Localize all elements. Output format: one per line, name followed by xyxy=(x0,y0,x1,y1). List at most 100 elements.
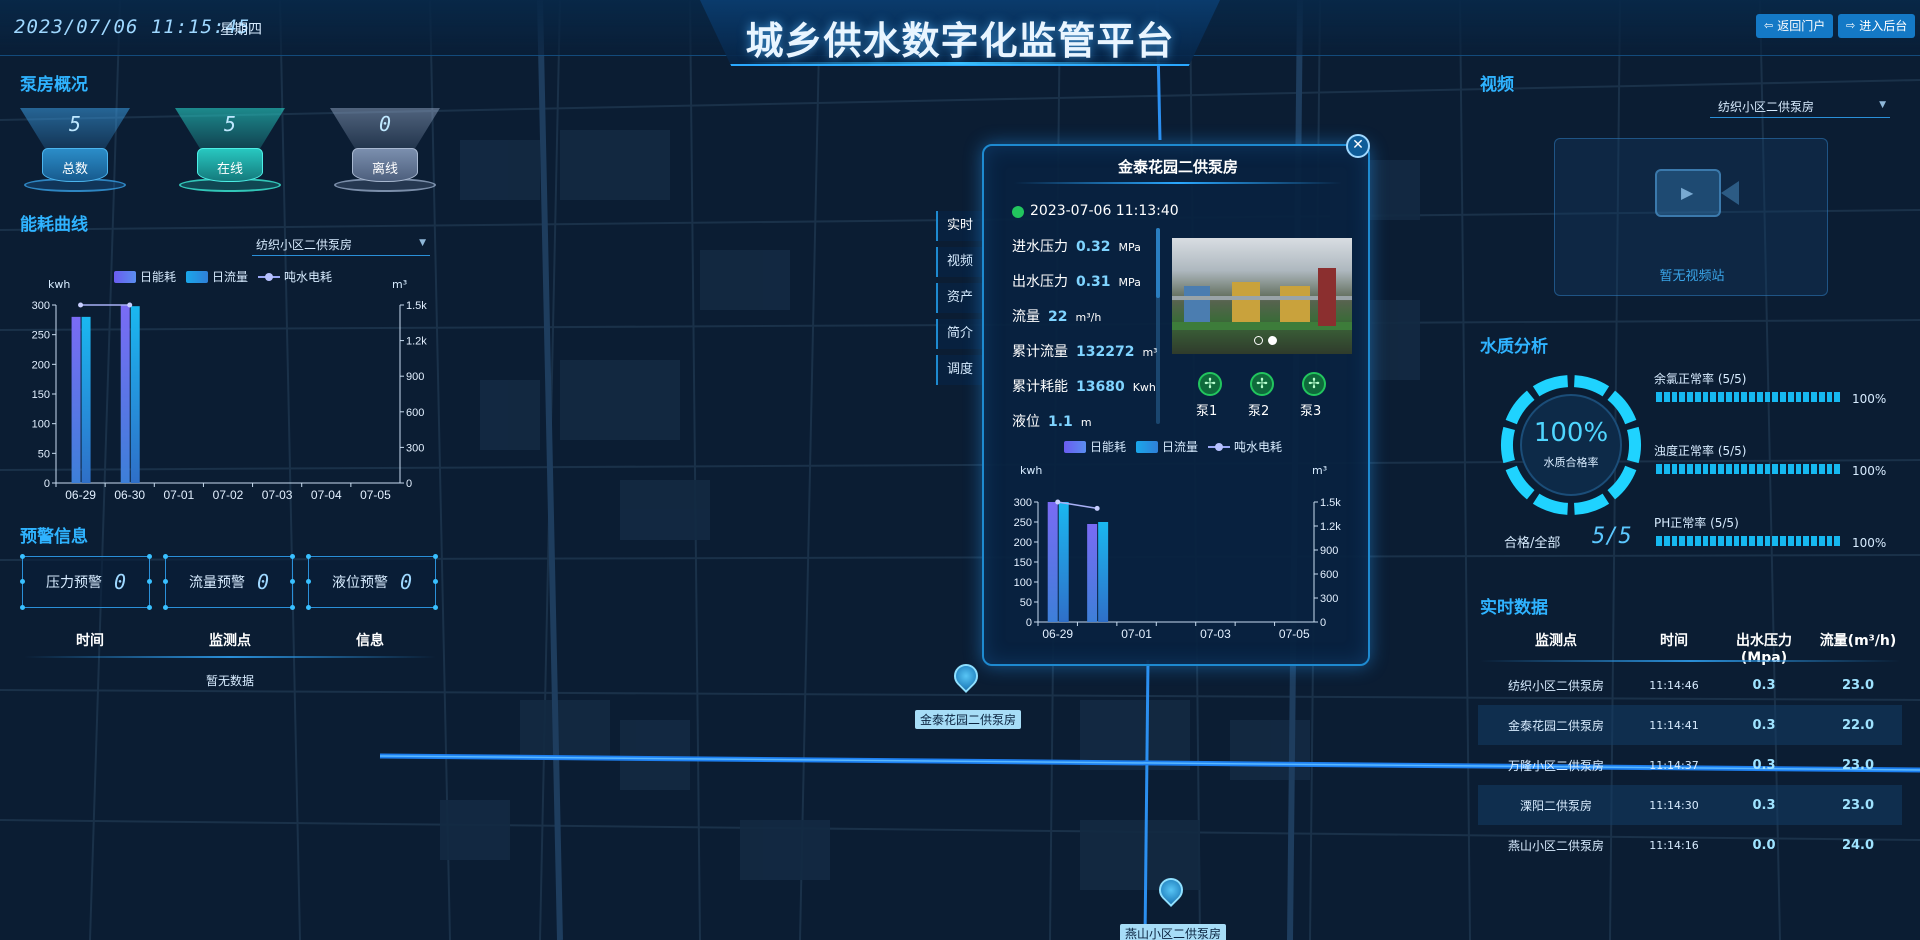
line-point[interactable] xyxy=(127,302,133,308)
legend-per-ton[interactable]: 吨水电耗 xyxy=(258,268,332,285)
realtime-table-divider xyxy=(1480,660,1900,662)
legend-daily-flow[interactable]: 日流量 xyxy=(186,268,248,285)
popup-title-divider xyxy=(1014,182,1342,184)
photo-carousel-dots[interactable] xyxy=(1254,336,1277,345)
y2-tick-label: 300 xyxy=(1320,593,1338,605)
metric-label: 液位 xyxy=(1012,414,1040,430)
energy-legend: 日能耗 日流量 吨水电耗 xyxy=(114,268,332,285)
box-corner-dot xyxy=(163,605,168,610)
progress-segment xyxy=(1826,464,1833,474)
progress-segment xyxy=(1803,392,1809,402)
row-pressure: 0.3 xyxy=(1752,797,1776,813)
popup-legend-per-ton[interactable]: 吨水电耗 xyxy=(1208,438,1282,455)
bar-daily-energy[interactable] xyxy=(120,305,130,483)
table-row[interactable]: 纺织小区二供泵房 11:14:46 0.3 23.0 xyxy=(1478,665,1902,705)
warning-label: 流量预警 xyxy=(188,575,245,591)
bar-daily-energy[interactable] xyxy=(1047,502,1058,622)
popup-tab[interactable]: 资产 xyxy=(936,283,982,313)
progress-segment xyxy=(1756,392,1763,402)
warning-box[interactable]: 压力预警 0 xyxy=(20,554,152,610)
y-tick-label: 150 xyxy=(1014,557,1032,569)
y-tick-label: 200 xyxy=(32,359,50,371)
pump-label: 泵2 xyxy=(1248,404,1270,419)
popup-station-photo[interactable] xyxy=(1172,238,1352,354)
bar-daily-flow[interactable] xyxy=(1098,522,1109,622)
video-empty-text: 暂无视频站 xyxy=(1659,269,1725,284)
carousel-dot-2[interactable] xyxy=(1268,336,1277,345)
metric-value: 1.1 xyxy=(1048,414,1073,430)
popup-metric: 流量 22 m³/h xyxy=(1012,306,1101,326)
progress-segment xyxy=(1687,536,1693,546)
energy-left-unit: kwh xyxy=(48,278,71,291)
metric-unit: MPa xyxy=(1118,241,1141,254)
row-time: 11:14:16 xyxy=(1649,838,1699,852)
progress-segment xyxy=(1671,536,1678,546)
video-station-select[interactable]: 纺织小区二供泵房 ▼ xyxy=(1710,98,1890,118)
pump-fan-icon[interactable]: ✢ xyxy=(1250,372,1274,396)
y2-tick-label: 0 xyxy=(1320,617,1326,629)
warning-box[interactable]: 流量预警 0 xyxy=(163,554,295,610)
bar-daily-flow[interactable] xyxy=(81,316,91,483)
metric-label: 累计流量 xyxy=(1012,344,1068,360)
video-camera-icon: ▶ xyxy=(1655,169,1739,217)
popup-legend-daily-energy[interactable]: 日能耗 xyxy=(1064,438,1126,455)
warning-label: 液位预警 xyxy=(331,575,388,591)
legend-daily-energy[interactable]: 日能耗 xyxy=(114,268,176,285)
progress-segment xyxy=(1694,536,1701,546)
table-row[interactable]: 燕山小区二供泵房 11:14:16 0.0 24.0 xyxy=(1478,825,1902,865)
map-marker-label-jintai[interactable]: 金泰花园二供泵房 xyxy=(915,710,1022,729)
table-row[interactable]: 万隆小区二供泵房 11:14:37 0.3 23.0 xyxy=(1478,745,1902,785)
progress-segment xyxy=(1710,392,1716,402)
popup-tab[interactable]: 简介 xyxy=(936,319,982,349)
popup-status-dot xyxy=(1012,206,1024,218)
map-marker-yanshan[interactable] xyxy=(1154,873,1188,908)
back-portal-button[interactable]: ⇦ 返回门户 xyxy=(1756,14,1834,38)
popup-legend-daily-flow[interactable]: 日流量 xyxy=(1136,438,1198,455)
video-title: 视频 xyxy=(1480,75,1514,95)
progress-segment xyxy=(1780,536,1786,546)
quality-item-percent: 100% xyxy=(1852,536,1887,550)
row-time: 11:14:41 xyxy=(1649,718,1699,732)
warning-box[interactable]: 液位预警 0 xyxy=(306,554,438,610)
table-row[interactable]: 溧阳二供泵房 11:14:30 0.3 23.0 xyxy=(1478,785,1902,825)
y-tick-label: 0 xyxy=(44,478,50,490)
bar-daily-flow[interactable] xyxy=(130,306,140,483)
progress-segment xyxy=(1764,464,1771,474)
progress-segment xyxy=(1780,464,1786,474)
progress-segment xyxy=(1687,392,1693,402)
bar-daily-energy[interactable] xyxy=(1087,524,1098,622)
pump-fan-icon[interactable]: ✢ xyxy=(1198,372,1222,396)
quality-item-name: 余氯正常率 (5/5) xyxy=(1654,372,1747,386)
energy-station-select[interactable]: 纺织小区二供泵房 ▼ xyxy=(252,236,430,256)
y2-tick-label: 1.2k xyxy=(406,336,427,348)
line-point[interactable] xyxy=(1094,505,1100,511)
carousel-dot-1[interactable] xyxy=(1254,336,1263,345)
enter-admin-button[interactable]: ⇨ 进入后台 xyxy=(1838,14,1916,38)
popup-tab[interactable]: 视频 xyxy=(936,247,982,277)
map-marker-label-yanshan[interactable]: 燕山小区二供泵房 xyxy=(1120,924,1227,940)
line-point[interactable] xyxy=(78,302,84,308)
back-portal-label: 返回门户 xyxy=(1777,19,1826,33)
table-row[interactable]: 金泰花园二供泵房 11:14:41 0.3 22.0 xyxy=(1478,705,1902,745)
progress-segment xyxy=(1811,536,1817,546)
popup-tab[interactable]: 实时 xyxy=(936,211,982,241)
progress-segment xyxy=(1733,392,1740,402)
popup-metrics-scrollbar[interactable] xyxy=(1156,228,1160,424)
box-corner-dot xyxy=(163,579,168,584)
line-point[interactable] xyxy=(1055,499,1061,505)
pump-fan-icon[interactable]: ✢ xyxy=(1302,372,1326,396)
y2-tick-label: 1.2k xyxy=(1320,521,1341,533)
x-tick-label: 07-03 xyxy=(1200,627,1231,641)
popup-tab[interactable]: 调度 xyxy=(936,355,982,385)
popup-close-button[interactable]: ✕ xyxy=(1346,134,1370,158)
box-corner-dot xyxy=(306,554,311,559)
popup-right-unit: m³ xyxy=(1312,464,1328,477)
warnings-col-point: 监测点 xyxy=(209,633,251,649)
progress-segment xyxy=(1733,536,1740,546)
map-marker-jintai[interactable] xyxy=(949,659,983,694)
x-tick-label: 06-30 xyxy=(114,488,145,502)
bar-daily-flow[interactable] xyxy=(1058,502,1069,622)
water-quality-rate-value: 100% xyxy=(1533,418,1609,448)
bar-daily-energy[interactable] xyxy=(71,316,81,483)
ring-segment xyxy=(1532,493,1569,515)
